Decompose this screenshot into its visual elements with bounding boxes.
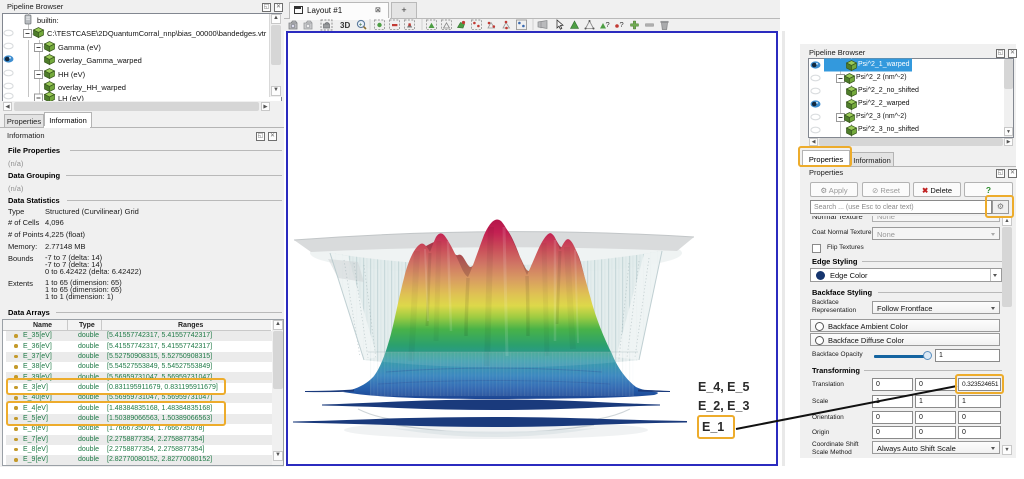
svg-text:E_4, E_5: E_4, E_5 [698,380,749,394]
svg-text:E_2, E_3: E_2, E_3 [698,399,749,413]
svg-text:?: ? [606,20,610,29]
svg-text:3D: 3D [340,21,350,30]
svg-text:+: + [359,22,363,28]
svg-text:?: ? [620,20,624,29]
